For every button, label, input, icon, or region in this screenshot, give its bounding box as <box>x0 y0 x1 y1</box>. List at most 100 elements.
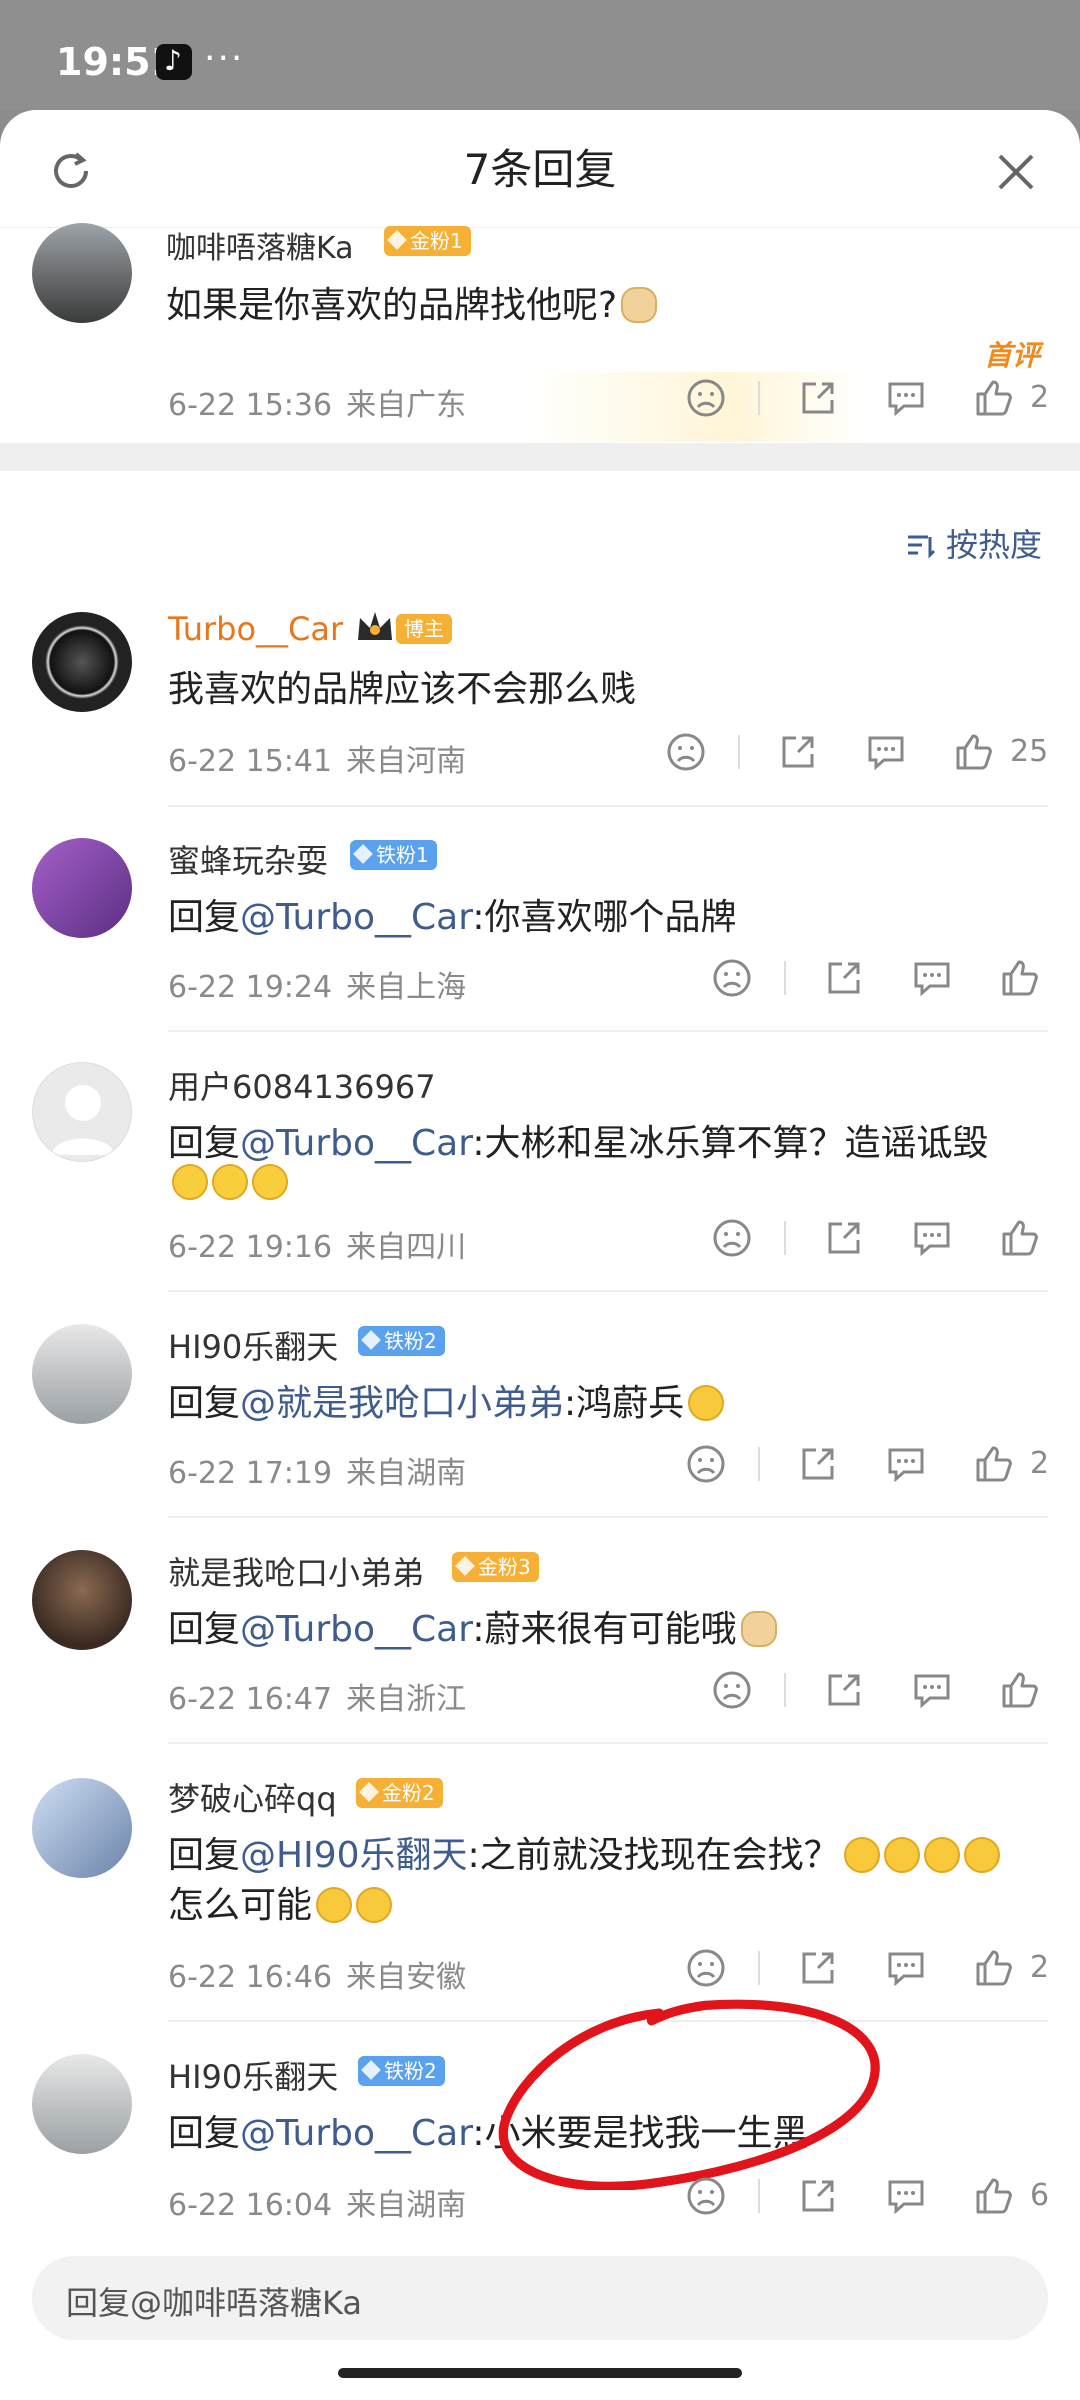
comment-text: 回复@Turbo__Car:蔚来很有可能哦 <box>168 1600 777 1652</box>
action-divider <box>758 1447 760 1481</box>
username[interactable]: 梦破心碎qq <box>168 1774 337 1820</box>
status-bar: 19:51 ··· <box>0 0 1080 110</box>
like-icon[interactable] <box>972 1946 1016 1990</box>
like-icon[interactable] <box>998 1216 1042 1260</box>
comment-meta: 6-22 19:24 来自上海 <box>168 970 467 1005</box>
share-icon[interactable] <box>822 956 866 1000</box>
blogger-badge: 博主 <box>396 614 452 644</box>
grin-emoji-icon <box>172 1164 208 1200</box>
sheet-header: 7条回复 <box>0 110 1080 228</box>
like-count: 2 <box>1030 1446 1050 1481</box>
avatar[interactable] <box>32 1550 132 1650</box>
like-icon[interactable] <box>972 1442 1016 1486</box>
crown-icon <box>358 612 392 640</box>
share-icon[interactable] <box>822 1668 866 1712</box>
laugh-cry-emoji-icon <box>923 1837 960 1873</box>
dislike-icon[interactable] <box>710 1216 754 1260</box>
dislike-icon[interactable] <box>684 1442 728 1486</box>
avatar[interactable] <box>32 612 132 712</box>
replies-sheet: 7条回复 咖啡唔落糖Ka 金粉1 首评 如果是你喜欢的品牌找他呢? 6-22 1… <box>0 110 1080 2400</box>
comment-icon[interactable] <box>884 1946 928 1990</box>
comment-icon[interactable] <box>864 730 908 774</box>
comment-text-line2: 怎么可能 <box>168 1876 393 1928</box>
dislike-icon[interactable] <box>684 376 728 420</box>
comment-text: 我喜欢的品牌应该不会那么贱 <box>168 669 637 710</box>
avatar[interactable] <box>32 838 132 938</box>
fan-badge: 金粉2 <box>356 1778 443 1808</box>
first-comment-label: 首评 <box>983 339 1040 372</box>
comment-icon[interactable] <box>910 956 954 1000</box>
like-icon[interactable] <box>952 730 996 774</box>
avatar[interactable] <box>32 1324 132 1424</box>
action-divider <box>758 1951 760 1985</box>
reply-input-placeholder: 回复@咖啡唔落糖Ka <box>66 2284 363 2322</box>
home-indicator[interactable] <box>338 2368 742 2378</box>
action-divider <box>784 961 786 995</box>
like-icon[interactable] <box>998 1668 1042 1712</box>
comment-icon[interactable] <box>884 2174 928 2218</box>
action-divider <box>738 735 740 769</box>
avatar[interactable] <box>32 1778 132 1878</box>
username[interactable]: HI90乐翻天 <box>168 2052 338 2098</box>
share-icon[interactable] <box>822 1216 866 1260</box>
comment-meta: 6-22 16:47 来自浙江 <box>168 1682 467 1717</box>
share-icon[interactable] <box>776 730 820 774</box>
like-count: 6 <box>1030 2178 1050 2213</box>
laugh-cry-emoji-icon <box>316 1887 353 1923</box>
comment-icon[interactable] <box>884 1442 928 1486</box>
like-icon[interactable] <box>998 956 1042 1000</box>
comment-icon[interactable] <box>910 1668 954 1712</box>
username[interactable]: 蜜蜂玩杂耍 <box>168 836 328 882</box>
username[interactable]: 咖啡唔落糖Ka <box>166 223 354 267</box>
tiktok-icon <box>156 44 192 80</box>
reply-input[interactable]: 回复@咖啡唔落糖Ka <box>32 2256 1048 2340</box>
sort-button[interactable]: 按热度 <box>906 520 1042 566</box>
like-icon[interactable] <box>972 376 1016 420</box>
avatar[interactable] <box>32 2054 132 2154</box>
doge-emoji-icon <box>621 287 658 323</box>
fan-badge: 金粉3 <box>452 1552 539 1582</box>
username[interactable]: Turbo__Car <box>168 610 343 648</box>
comment-icon[interactable] <box>884 376 928 420</box>
dislike-icon[interactable] <box>684 2174 728 2218</box>
divider <box>168 1030 1048 1032</box>
divider <box>168 805 1048 807</box>
dislike-icon[interactable] <box>684 1946 728 1990</box>
action-divider <box>758 381 760 415</box>
avatar[interactable] <box>32 223 132 323</box>
doge-emoji-icon <box>740 1611 777 1647</box>
username[interactable]: 用户6084136967 <box>168 1062 436 1108</box>
action-divider <box>784 1673 786 1707</box>
like-icon[interactable] <box>972 2174 1016 2218</box>
fan-badge: 金粉1 <box>384 226 471 256</box>
comment-text: 回复@就是我呛口小弟弟:鸿蔚兵 <box>168 1374 725 1426</box>
comment-meta: 6-22 15:36 来自广东 <box>168 388 467 423</box>
comment-icon[interactable] <box>910 1216 954 1260</box>
username[interactable]: 就是我呛口小弟弟 <box>168 1548 424 1594</box>
comment-meta: 6-22 15:41 来自河南 <box>168 744 467 779</box>
share-icon[interactable] <box>796 1946 840 1990</box>
like-count: 2 <box>1030 380 1050 415</box>
comment-text: 回复@Turbo__Car:你喜欢哪个品牌 <box>168 897 737 938</box>
dislike-icon[interactable] <box>710 1668 754 1712</box>
grin-emoji-icon <box>252 1164 288 1200</box>
sort-icon <box>907 535 935 559</box>
username[interactable]: HI90乐翻天 <box>168 1322 338 1368</box>
sort-label: 按热度 <box>945 526 1042 564</box>
share-icon[interactable] <box>796 1442 840 1486</box>
laugh-cry-emoji-icon <box>963 1837 1000 1873</box>
divider <box>168 1516 1048 1518</box>
dislike-icon[interactable] <box>710 956 754 1000</box>
share-icon[interactable] <box>796 376 840 420</box>
laugh-cry-emoji-icon <box>688 1385 725 1421</box>
comment-text: 回复@Turbo__Car:大彬和星冰乐算不算？造谣诋毁 <box>168 1123 989 1164</box>
avatar[interactable] <box>32 1062 132 1162</box>
laugh-cry-emoji-icon <box>843 1837 880 1873</box>
dislike-icon[interactable] <box>664 730 708 774</box>
close-icon[interactable] <box>994 150 1038 194</box>
fan-badge: 铁粉2 <box>358 1326 445 1356</box>
laugh-cry-emoji-icon <box>356 1887 393 1923</box>
share-icon[interactable] <box>796 2174 840 2218</box>
comment-meta: 6-22 17:19 来自湖南 <box>168 1456 467 1491</box>
divider <box>168 1290 1048 1292</box>
